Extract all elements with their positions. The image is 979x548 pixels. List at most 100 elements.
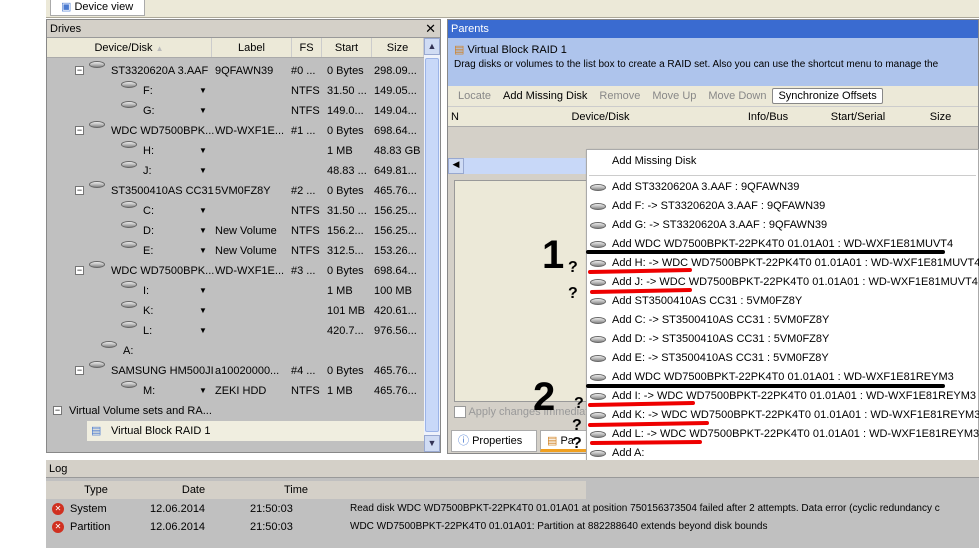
col-type[interactable]: Type (46, 481, 146, 499)
col-size[interactable]: Size (903, 107, 978, 126)
scroll-thumb[interactable] (425, 58, 439, 432)
tree-item[interactable]: K: ▼ 101 MB 420.61... (47, 301, 424, 321)
disk-icon (590, 241, 606, 248)
scroll-left-icon[interactable]: ◀ (448, 158, 464, 174)
add-missing-disk-button[interactable]: Add Missing Disk (497, 90, 593, 102)
menu-item[interactable]: Add D: -> ST3500410AS CC31 : 5VM0FZ8Y (587, 330, 978, 349)
col-device[interactable]: Device/Disk ▲ (47, 38, 212, 57)
log-row[interactable]: ✕ System 12.06.2014 21:50:03 Read disk W… (46, 500, 979, 518)
move-up-button[interactable]: Move Up (646, 90, 702, 102)
col-start-serial[interactable]: Start/Serial (813, 107, 903, 126)
col-info[interactable]: Info/Bus (723, 107, 813, 126)
tree-item[interactable]: L: ▼ 420.7... 976.56... (47, 321, 424, 341)
label-cell: ZEKI HDD (215, 385, 267, 397)
col-device[interactable]: Device/Disk (478, 107, 723, 126)
tree-item[interactable]: D: ▼ New Volume NTFS 156.2... 156.25... (47, 221, 424, 241)
tree-item[interactable]: M: ▼ ZEKI HDD NTFS 1 MB 465.76... (47, 381, 424, 401)
tab-properties[interactable]: ⓘ Properties (451, 430, 537, 452)
col-size[interactable]: Size (372, 38, 424, 57)
menu-separator (589, 175, 976, 176)
log-row[interactable]: ✕ Partition 12.06.2014 21:50:03 WDC WD75… (46, 518, 979, 536)
dropdown-icon[interactable]: ▼ (199, 241, 207, 261)
scroll-up-icon[interactable]: ▲ (424, 38, 440, 55)
tree-item[interactable]: − WDC WD7500BPK... WD-WXF1E... #1 ... 0 Byte… (47, 121, 424, 141)
move-down-button[interactable]: Move Down (702, 90, 772, 102)
tab-parents[interactable]: ▤ Pa (540, 430, 590, 452)
size-cell: 48.83 GB (374, 145, 421, 157)
dropdown-icon[interactable]: ▼ (199, 301, 207, 321)
menu-item[interactable]: Add K: -> WDC WD7500BPKT-22PK4T0 01.01A0… (587, 406, 979, 425)
dropdown-icon[interactable]: ▼ (199, 201, 207, 221)
menu-item[interactable]: Add WDC WD7500BPKT-22PK4T0 01.01A01 : WD… (587, 235, 978, 254)
tree-item[interactable]: H: ▼ 1 MB 48.83 GB (47, 141, 424, 161)
tree-item[interactable]: C: ▼ NTFS 31.50 ... 156.25... (47, 201, 424, 221)
col-start[interactable]: Start (322, 38, 372, 57)
tree-item[interactable]: I: ▼ 1 MB 100 MB (47, 281, 424, 301)
col-date[interactable]: Date (146, 481, 241, 499)
col-n[interactable]: N (448, 107, 478, 126)
tree-item-virtual-group[interactable]: − Virtual Volume sets and RA... (47, 401, 424, 421)
size-cell: 149.04... (374, 105, 417, 117)
collapse-icon[interactable]: − (75, 126, 84, 135)
tree-item-virtual-block-raid[interactable]: ▤ Virtual Block RAID 1 (87, 421, 424, 441)
dropdown-icon[interactable]: ▼ (199, 161, 207, 181)
device-name: G: (143, 105, 155, 117)
start-cell: 312.5... (327, 245, 364, 257)
menu-item[interactable]: Add WDC WD7500BPKT-22PK4T0 01.01A01 : WD… (587, 368, 978, 387)
dropdown-icon[interactable]: ▼ (199, 321, 207, 341)
log-date: 12.06.2014 (150, 503, 206, 515)
start-cell: 149.0... (327, 105, 364, 117)
collapse-icon[interactable]: − (75, 266, 84, 275)
collapse-icon[interactable]: − (75, 366, 84, 375)
dropdown-icon[interactable]: ▼ (199, 281, 207, 301)
menu-item[interactable]: Add F: -> ST3320620A 3.AAF : 9QFAWN39 (587, 197, 978, 216)
remove-button[interactable]: Remove (593, 90, 646, 102)
tree-item[interactable]: J: ▼ 48.83 ... 649.81... (47, 161, 424, 181)
device-name: WDC WD7500BPK... (111, 125, 215, 137)
tree-item[interactable]: − ST3320620A 3.AAF 9QFAWN39 #0 ... 0 Bytes 29… (47, 61, 424, 81)
raid-icon: ▤ (91, 425, 102, 437)
dropdown-icon[interactable]: ▼ (199, 81, 207, 101)
synchronize-offsets-button[interactable]: Synchronize Offsets (772, 88, 883, 104)
dropdown-icon[interactable]: ▼ (199, 221, 207, 241)
tree-item[interactable]: G: ▼ NTFS 149.0... 149.04... (47, 101, 424, 121)
menu-item[interactable]: Add I: -> WDC WD7500BPKT-22PK4T0 01.01A0… (587, 387, 978, 406)
dropdown-icon[interactable]: ▼ (199, 101, 207, 121)
col-label[interactable]: Label (212, 38, 292, 57)
apply-changes-checkbox[interactable]: Apply changes immediat (454, 406, 588, 419)
collapse-icon[interactable]: − (75, 66, 84, 75)
scroll-down-icon[interactable]: ▼ (424, 435, 440, 452)
menu-item[interactable]: Add E: -> ST3500410AS CC31 : 5VM0FZ8Y (587, 349, 978, 368)
menu-item[interactable]: Add L: -> WDC WD7500BPKT-22PK4T0 01.01A0… (587, 425, 979, 444)
close-icon[interactable]: ✕ (425, 20, 436, 38)
size-cell: 976.56... (374, 325, 417, 337)
menu-item[interactable]: Add H: -> WDC WD7500BPKT-22PK4T0 01.01A0… (587, 254, 979, 273)
fs-cell: #1 ... (291, 125, 316, 137)
col-time[interactable]: Time (241, 481, 351, 499)
disk-icon (590, 412, 606, 419)
horizontal-scrollbar[interactable]: ◀ (448, 158, 588, 174)
col-fs[interactable]: FS (292, 38, 322, 57)
tree-item[interactable]: A: (47, 341, 424, 361)
tree-item[interactable]: F: ▼ NTFS 31.50 ... 149.05... (47, 81, 424, 101)
dropdown-icon[interactable]: ▼ (199, 141, 207, 161)
fs-cell: NTFS (291, 225, 320, 237)
menu-item[interactable]: Add J: -> WDC WD7500BPKT-22PK4T0 01.01A0… (587, 273, 978, 292)
device-name: ST3320620A 3.AAF (111, 65, 209, 77)
tree-item[interactable]: E: ▼ New Volume NTFS 312.5... 153.26... (47, 241, 424, 261)
disk-icon (590, 450, 606, 457)
collapse-icon[interactable]: − (53, 406, 62, 415)
menu-item-add-missing-disk[interactable]: Add Missing Disk (587, 152, 978, 171)
tree-item[interactable]: − SAMSUNG HM500JI a10020000... #4 ... 0 Byte… (47, 361, 424, 381)
tree-item[interactable]: − ST3500410AS CC31 5VM0FZ8Y #2 ... 0 Bytes 46… (47, 181, 424, 201)
menu-item[interactable]: Add ST3320620A 3.AAF : 9QFAWN39 (587, 178, 978, 197)
locate-button[interactable]: Locate (452, 90, 497, 102)
tab-device-view[interactable]: ▣ Device view (50, 0, 145, 16)
dropdown-icon[interactable]: ▼ (199, 381, 207, 401)
menu-item[interactable]: Add G: -> ST3320620A 3.AAF : 9QFAWN39 (587, 216, 978, 235)
drives-vertical-scrollbar[interactable]: ▲ ▼ (424, 38, 440, 452)
menu-item[interactable]: Add ST3500410AS CC31 : 5VM0FZ8Y (587, 292, 978, 311)
menu-item[interactable]: Add C: -> ST3500410AS CC31 : 5VM0FZ8Y (587, 311, 978, 330)
tree-item[interactable]: − WDC WD7500BPK... WD-WXF1E... #3 ... 0 Byte… (47, 261, 424, 281)
collapse-icon[interactable]: − (75, 186, 84, 195)
